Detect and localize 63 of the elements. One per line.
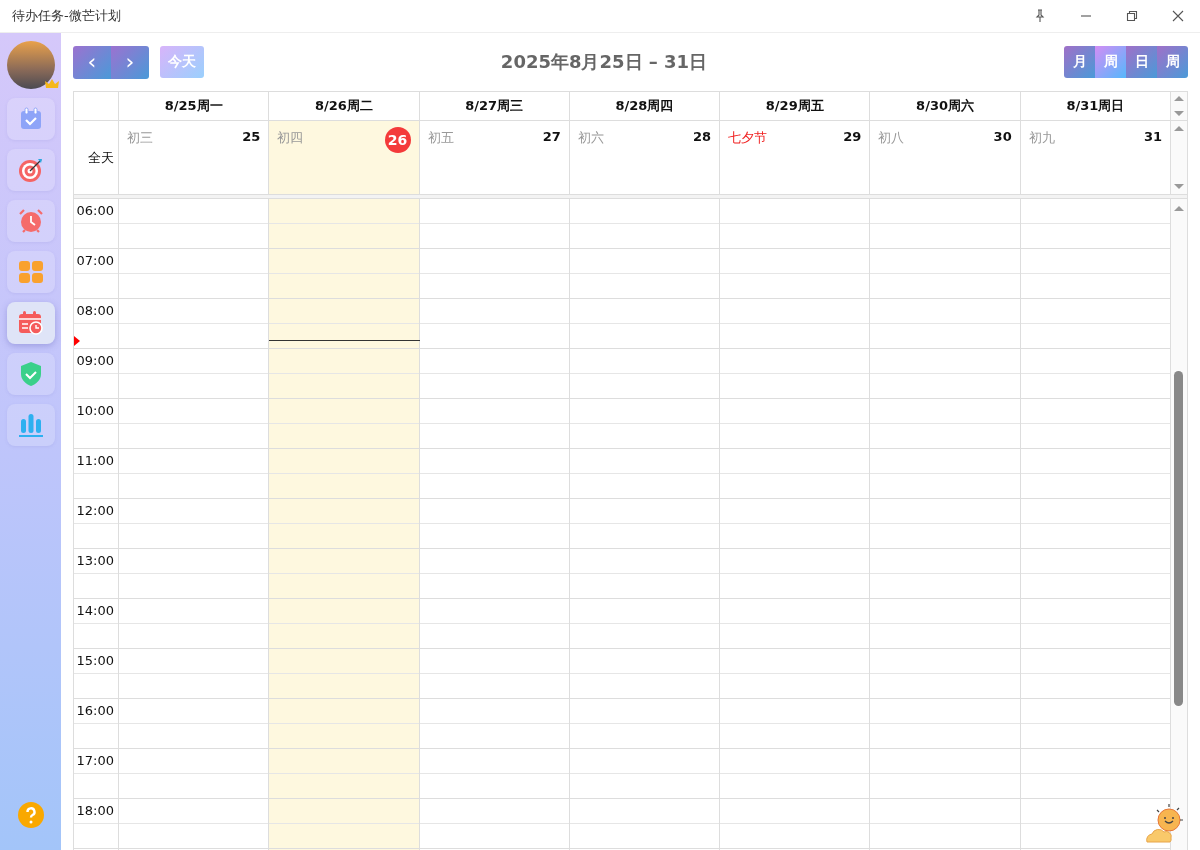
bar-chart-icon <box>17 413 44 437</box>
day-header: 8/29周五 <box>720 92 871 120</box>
day-header: 8/30周六 <box>870 92 1021 120</box>
lunar-date: 初五 <box>427 129 454 147</box>
day-header: 8/31周日 <box>1020 92 1171 120</box>
sidebar-item[interactable] <box>6 98 55 140</box>
time-label: 07:00 <box>76 253 114 269</box>
time-label: 10:00 <box>76 403 114 419</box>
sidebar-item[interactable] <box>6 200 55 242</box>
previous-button[interactable]: ‹ <box>73 45 111 79</box>
pin-icon[interactable] <box>1034 9 1046 23</box>
sidebar-item[interactable] <box>6 404 55 446</box>
lunar-date: 初四 <box>277 129 304 147</box>
calendar-clock-icon <box>17 310 44 336</box>
help-icon[interactable] <box>17 802 44 828</box>
day-header: 8/25周一 <box>119 92 270 120</box>
grid-icon <box>18 261 43 283</box>
target-icon <box>17 157 44 183</box>
alarm-clock-icon <box>17 208 44 234</box>
day-number: 25 <box>242 128 261 144</box>
date-range-title: 2025年8月25日 – 31日 <box>499 50 709 74</box>
time-label: 06:00 <box>76 203 114 219</box>
time-label: 14:00 <box>76 603 114 619</box>
sidebar-item[interactable] <box>6 251 55 293</box>
scrollbar-thumb[interactable] <box>1174 371 1183 706</box>
time-label: 12:00 <box>76 503 114 519</box>
window-title: 待办任务-微芒计划 <box>12 7 121 25</box>
today-button[interactable]: 今天 <box>160 46 204 78</box>
time-label: 08:00 <box>76 303 114 319</box>
time-label: 18:00 <box>76 803 114 819</box>
time-label: 11:00 <box>76 453 114 469</box>
lunar-date: 初八 <box>878 129 905 147</box>
day-header: 8/28周四 <box>569 92 721 120</box>
lunar-date: 七夕节 <box>728 129 768 147</box>
time-label: 15:00 <box>76 653 114 669</box>
shield-check-icon <box>19 361 42 387</box>
time-label: 17:00 <box>76 753 114 769</box>
day-header: 8/26周二 <box>269 92 420 120</box>
time-label: 16:00 <box>76 703 114 719</box>
next-button[interactable]: › <box>111 45 149 79</box>
day-number: 30 <box>993 128 1012 144</box>
view-tab[interactable]: 月 <box>1064 46 1095 78</box>
day-header: 8/27周三 <box>419 92 570 120</box>
day-number: 28 <box>693 128 712 144</box>
view-tab[interactable]: 周 <box>1095 46 1126 78</box>
lunar-date: 初九 <box>1028 129 1055 147</box>
close-icon[interactable] <box>1172 10 1184 22</box>
vertical-scrollbar[interactable] <box>1171 199 1187 850</box>
crown-icon <box>44 79 59 89</box>
day-number: 31 <box>1143 128 1162 144</box>
day-number: 26 <box>384 127 411 153</box>
day-number: 27 <box>542 128 561 144</box>
view-tab[interactable]: 日 <box>1126 46 1157 78</box>
time-label: 13:00 <box>76 553 114 569</box>
day-number: 29 <box>843 128 862 144</box>
restore-icon[interactable] <box>1126 10 1138 22</box>
time-label: 09:00 <box>76 353 114 369</box>
view-tab[interactable]: 周 <box>1157 46 1188 78</box>
current-time-marker-icon <box>74 336 80 346</box>
sidebar-item[interactable] <box>6 149 55 191</box>
lunar-date: 初三 <box>127 129 153 147</box>
sidebar-item[interactable] <box>6 302 55 344</box>
lunar-date: 初六 <box>577 129 604 147</box>
